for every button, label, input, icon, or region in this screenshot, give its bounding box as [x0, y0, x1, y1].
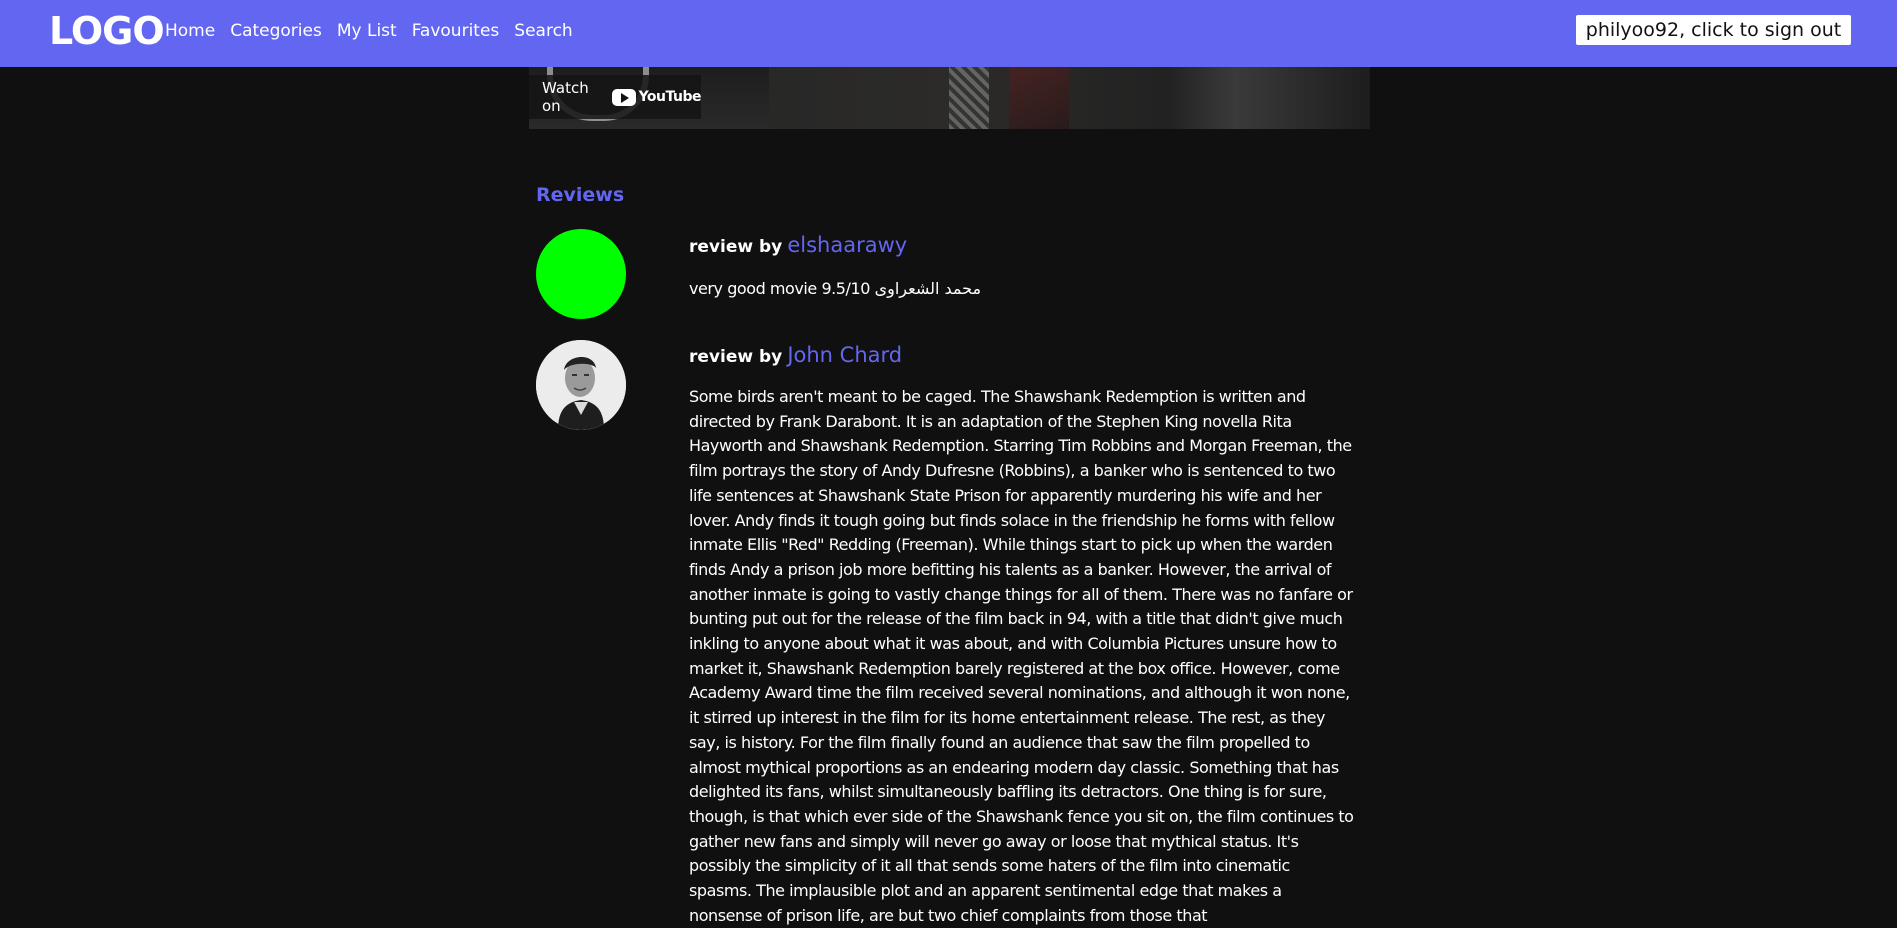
reviews-heading: Reviews [536, 184, 625, 206]
nav-link-favourites[interactable]: Favourites [412, 20, 500, 42]
reviewer-portrait-image [536, 340, 626, 430]
review-text: very good movie 9.5/10 محمد الشعراوى [689, 279, 982, 298]
youtube-logo: YouTube [611, 88, 702, 106]
review-by-label: review by [689, 347, 783, 367]
review-header: review by John Chard [689, 343, 902, 367]
review-author-link[interactable]: John Chard [787, 343, 902, 367]
reviewer-avatar-photo [536, 340, 626, 430]
review-by-label: review by [689, 237, 783, 257]
review-header: review by elshaarawy [689, 233, 907, 257]
sign-out-button[interactable]: philyoo92, click to sign out [1576, 15, 1851, 45]
review-author-link[interactable]: elshaarawy [787, 233, 907, 257]
youtube-wordmark: YouTube [638, 89, 702, 105]
nav-link-categories[interactable]: Categories [230, 20, 322, 42]
nav-link-search[interactable]: Search [514, 20, 572, 42]
nav-links: Home Categories My List Favourites Searc… [165, 20, 573, 42]
logo[interactable]: LOGO [49, 9, 165, 53]
review-text: Some birds aren't meant to be caged. The… [689, 387, 1354, 925]
top-navbar: LOGO Home Categories My List Favourites … [0, 0, 1897, 67]
nav-link-home[interactable]: Home [165, 20, 215, 42]
watch-on-label: Watch on [542, 79, 589, 115]
youtube-play-icon [611, 88, 636, 106]
reviewer-avatar [536, 229, 626, 319]
watch-on-youtube-button[interactable]: Watch on YouTube [529, 75, 702, 119]
nav-link-my-list[interactable]: My List [337, 20, 397, 42]
